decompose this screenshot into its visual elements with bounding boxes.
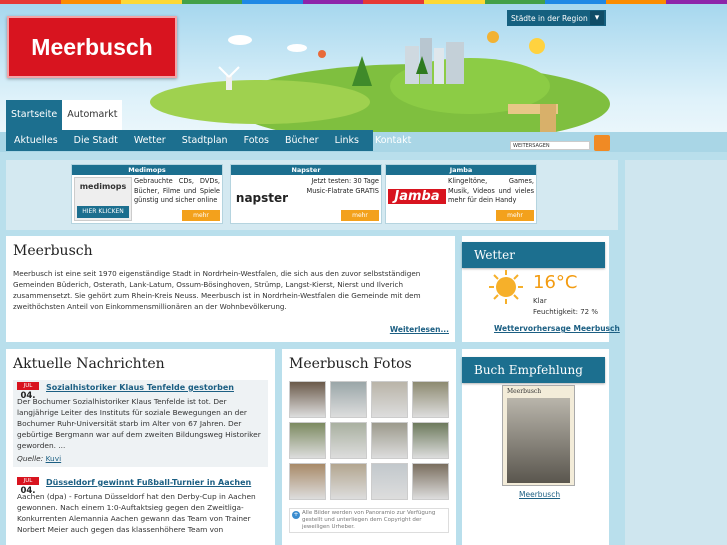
date-day: 04. bbox=[20, 391, 36, 401]
photo-thumbnail[interactable] bbox=[412, 381, 449, 418]
news-item-title[interactable]: Sozialhistoriker Klaus Tenfelde gestorbe… bbox=[46, 383, 264, 392]
hier-klicken-button[interactable]: HIER KLICKEN bbox=[77, 206, 129, 218]
nav-links[interactable]: Links bbox=[327, 135, 367, 146]
photo-thumbnail[interactable] bbox=[412, 463, 449, 500]
weiterlesen-link[interactable]: Weiterlesen... bbox=[390, 325, 449, 334]
news-source: Quelle: Kuvi bbox=[17, 454, 264, 463]
date-day: 04. bbox=[20, 486, 36, 496]
site-logo[interactable]: Meerbusch bbox=[7, 16, 177, 78]
mehr-button[interactable]: mehr bbox=[341, 210, 379, 221]
ad-text: Klingeltöne, Games, Musik, Videos und vi… bbox=[448, 177, 534, 204]
photo-thumbnail[interactable] bbox=[371, 381, 408, 418]
news-item-body: Der Bochumer Sozialhistoriker Klaus Tenf… bbox=[17, 397, 261, 450]
photo-thumbnail[interactable] bbox=[371, 463, 408, 500]
region-label: Städte in der Region bbox=[511, 13, 588, 23]
temperature: 16°C bbox=[533, 272, 578, 293]
right-column bbox=[625, 160, 727, 545]
nav-wetter[interactable]: Wetter bbox=[126, 135, 174, 146]
logo-text: napster bbox=[235, 191, 289, 205]
medimops-logo: medimops HIER KLICKEN bbox=[74, 177, 132, 221]
ad-text: Jetzt testen: 30 Tage Music-Flatrate GRA… bbox=[306, 177, 379, 195]
panoramio-note: + Alle Bilder werden von Panoramio zur V… bbox=[289, 508, 449, 533]
logo-text: Jamba bbox=[388, 189, 446, 204]
nav-aktuelles[interactable]: Aktuelles bbox=[6, 135, 66, 146]
ad-medimops[interactable]: Medimops medimops HIER KLICKEN Gebraucht… bbox=[71, 164, 223, 224]
napster-logo: napster bbox=[233, 177, 291, 221]
photo-thumbnail[interactable] bbox=[330, 422, 367, 459]
rss-icon[interactable] bbox=[594, 135, 610, 151]
ad-napster[interactable]: Napster napster Jetzt testen: 30 Tage Mu… bbox=[230, 164, 382, 224]
book-link[interactable]: Meerbusch bbox=[519, 490, 560, 499]
date-month: JUL bbox=[17, 477, 39, 485]
main-nav: Aktuelles Die Stadt Wetter Stadtplan Fot… bbox=[6, 130, 411, 151]
source-link[interactable]: Kuvi bbox=[46, 454, 62, 463]
info-icon: + bbox=[292, 511, 300, 519]
weather-heading: Wetter bbox=[462, 242, 605, 268]
fotos-title: Meerbusch Fotos bbox=[289, 356, 412, 372]
news-item: JUL 04. Sozialhistoriker Klaus Tenfelde … bbox=[13, 380, 268, 467]
book-cover-title: Meerbusch bbox=[507, 388, 542, 395]
panoramio-note-text: Alle Bilder werden von Panoramio zur Ver… bbox=[302, 510, 436, 530]
nav-fotos[interactable]: Fotos bbox=[236, 135, 277, 146]
photo-thumbnail[interactable] bbox=[371, 422, 408, 459]
date-badge: JUL 04. bbox=[17, 477, 39, 497]
ad-text: Gebrauchte CDs, DVDs, Bücher, Filme und … bbox=[134, 177, 220, 204]
news-title: Aktuelle Nachrichten bbox=[13, 356, 165, 372]
region-dropdown[interactable]: Städte in der Region ▾ bbox=[507, 10, 606, 26]
nav-die-stadt[interactable]: Die Stadt bbox=[66, 135, 126, 146]
nav-stadtplan[interactable]: Stadtplan bbox=[174, 135, 236, 146]
photo-thumbnail[interactable] bbox=[330, 381, 367, 418]
photo-thumbnail[interactable] bbox=[289, 422, 326, 459]
ad-title: Medimops bbox=[72, 165, 222, 175]
intro-text: Meerbusch ist eine seit 1970 eigenständi… bbox=[13, 269, 421, 311]
ad-title: Napster bbox=[231, 165, 381, 175]
weather-forecast-link[interactable]: Wettervorhersage Meerbusch bbox=[494, 324, 620, 333]
date-month: JUL bbox=[17, 382, 39, 390]
weather-condition: Klar bbox=[533, 297, 547, 305]
tab-automarkt[interactable]: Automarkt bbox=[62, 100, 123, 130]
weather-humidity: Feuchtigkeit: 72 % bbox=[533, 308, 598, 316]
photo-thumbnail[interactable] bbox=[289, 381, 326, 418]
share-button[interactable]: WEITERSAGEN bbox=[510, 141, 590, 150]
nav-kontakt[interactable]: Kontakt bbox=[367, 135, 419, 146]
photo-grid bbox=[289, 381, 449, 500]
sun-icon bbox=[489, 270, 523, 304]
logo-text: medimops bbox=[79, 182, 127, 191]
intro-box: Meerbusch Meerbusch ist eine seit 1970 e… bbox=[6, 236, 455, 342]
news-item: JUL 04. Düsseldorf gewinnt Fußball-Turni… bbox=[13, 475, 268, 539]
tab-startseite[interactable]: Startseite bbox=[6, 100, 63, 130]
source-label: Quelle: bbox=[17, 454, 44, 463]
book-cover[interactable]: Meerbusch bbox=[502, 385, 575, 486]
top-tabs: Startseite Automarkt bbox=[6, 100, 123, 130]
photo-thumbnail[interactable] bbox=[412, 422, 449, 459]
mehr-button[interactable]: mehr bbox=[496, 210, 534, 221]
book-heading: Buch Empfehlung bbox=[462, 357, 605, 383]
chevron-down-icon: ▾ bbox=[590, 11, 604, 25]
intro-title: Meerbusch bbox=[13, 243, 93, 259]
jamba-logo: Jamba bbox=[388, 177, 446, 221]
news-item-body: Aachen (dpa) - Fortuna Düsseldorf hat de… bbox=[17, 492, 256, 534]
photo-thumbnail[interactable] bbox=[330, 463, 367, 500]
date-badge: JUL 04. bbox=[17, 382, 39, 402]
logo-text: Meerbusch bbox=[31, 33, 153, 60]
mehr-button[interactable]: mehr bbox=[182, 210, 220, 221]
ad-title: Jamba bbox=[386, 165, 536, 175]
ad-jamba[interactable]: Jamba Jamba Klingeltöne, Games, Musik, V… bbox=[385, 164, 537, 224]
weather-details: Klar Feuchtigkeit: 72 % bbox=[533, 296, 598, 318]
book-cover-photo bbox=[507, 398, 570, 483]
news-item-title[interactable]: Düsseldorf gewinnt Fußball-Turnier in Aa… bbox=[46, 478, 264, 487]
news-box: Aktuelle Nachrichten JUL 04. Sozialhisto… bbox=[6, 349, 275, 545]
nav-buecher[interactable]: Bücher bbox=[277, 135, 327, 146]
photo-thumbnail[interactable] bbox=[289, 463, 326, 500]
